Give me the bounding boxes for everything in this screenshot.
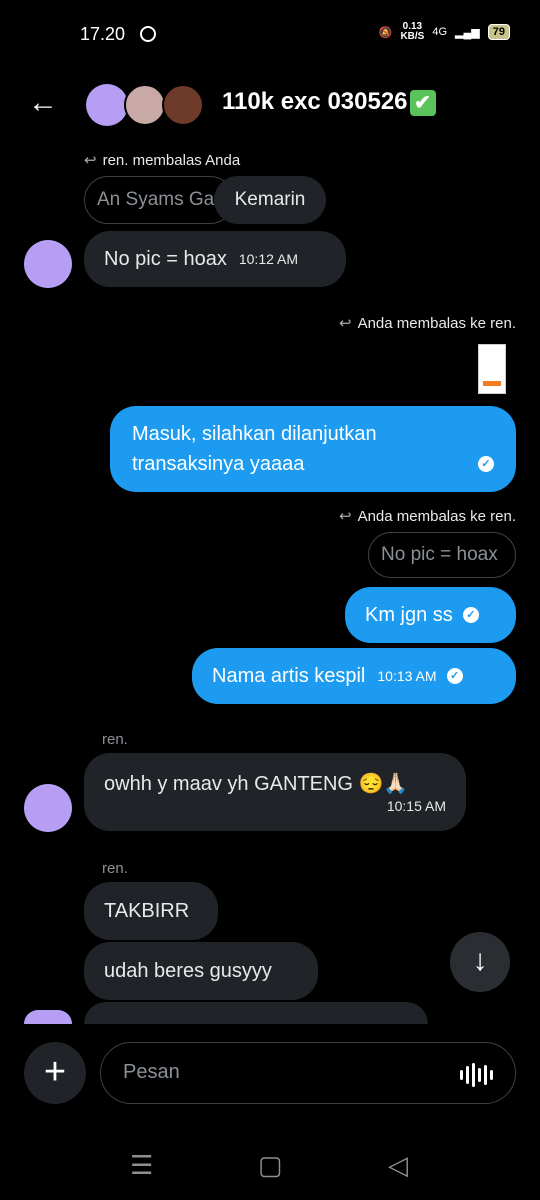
quoted-message[interactable]: No pic = hoax [368, 532, 516, 578]
back-nav-icon[interactable]: ◁ [388, 1150, 408, 1181]
home-icon[interactable]: ▢ [258, 1150, 283, 1181]
read-check-icon: ✓ [478, 456, 494, 472]
add-attachment-button[interactable]: + [24, 1042, 86, 1104]
quoted-message[interactable]: An Syams Ga [84, 176, 234, 224]
message-bubble[interactable]: Nama artis kespil 10:13 AM ✓ [192, 648, 516, 704]
sender-avatar[interactable] [24, 784, 72, 832]
image-thumbnail[interactable] [478, 344, 506, 394]
reply-indicator: ↩ ren. membalas Anda [84, 152, 241, 169]
group-avatar[interactable] [162, 84, 204, 126]
check-mark-emoji: ✔ [409, 89, 436, 116]
group-avatar[interactable] [86, 84, 128, 126]
message-bubble[interactable]: Km jgn ss ✓ [345, 587, 516, 643]
message-bubble[interactable]: Masuk, silahkan dilanjutkan transaksinya… [110, 406, 516, 492]
conversation-title[interactable]: 110k exc 030526 ✔ [222, 88, 436, 116]
battery-icon: 79 [487, 24, 510, 40]
status-time: 17.20 [80, 24, 126, 44]
reply-arrow-icon: ↩ [339, 315, 352, 332]
plus-icon: + [43, 1051, 67, 1093]
message-input[interactable]: Pesan [100, 1042, 516, 1104]
network-type: 4G [432, 26, 448, 38]
message-bubble[interactable]: udah beres gusyyy [84, 942, 318, 1000]
whatsapp-icon [140, 26, 156, 42]
network-speed: 0.13 KB/S [400, 21, 425, 42]
scroll-down-button[interactable]: ↓ [450, 932, 510, 992]
sender-name: ren. [102, 860, 128, 877]
reply-arrow-icon: ↩ [84, 152, 97, 169]
reply-indicator: ↩ Anda membalas ke ren. [339, 508, 516, 525]
read-check-icon: ✓ [462, 607, 479, 623]
back-arrow-icon[interactable]: ← [28, 86, 58, 120]
sender-name: ren. [102, 731, 128, 748]
sender-avatar[interactable] [24, 240, 72, 288]
arrow-down-icon: ↓ [472, 944, 488, 977]
signal-icon: ▂▄▆ [455, 26, 480, 39]
reply-arrow-icon: ↩ [339, 508, 352, 525]
group-avatar[interactable] [124, 84, 166, 126]
message-bubble[interactable]: owhh y maav yh GANTENG 😔🙏🏻 10:15 AM [84, 753, 466, 831]
message-bubble[interactable]: No pic = hoax 10:12 AM [84, 231, 346, 287]
date-chip: Kemarin [214, 176, 326, 224]
sender-avatar[interactable] [24, 1010, 72, 1024]
status-icons: 🔕 0.13 KB/S 4G ▂▄▆ 79 [379, 22, 510, 42]
recent-apps-icon[interactable]: ☰ [130, 1150, 153, 1181]
message-bubble-partial[interactable] [84, 1002, 428, 1024]
mute-icon: 🔕 [378, 26, 393, 39]
read-check-icon: ✓ [446, 668, 463, 684]
message-bubble[interactable]: TAKBIRR [84, 882, 218, 940]
reply-indicator: ↩ Anda membalas ke ren. [339, 315, 516, 332]
status-bar: 17.20 🔕 0.13 KB/S 4G ▂▄▆ 79 [0, 0, 540, 70]
voice-message-icon[interactable] [460, 1063, 493, 1087]
